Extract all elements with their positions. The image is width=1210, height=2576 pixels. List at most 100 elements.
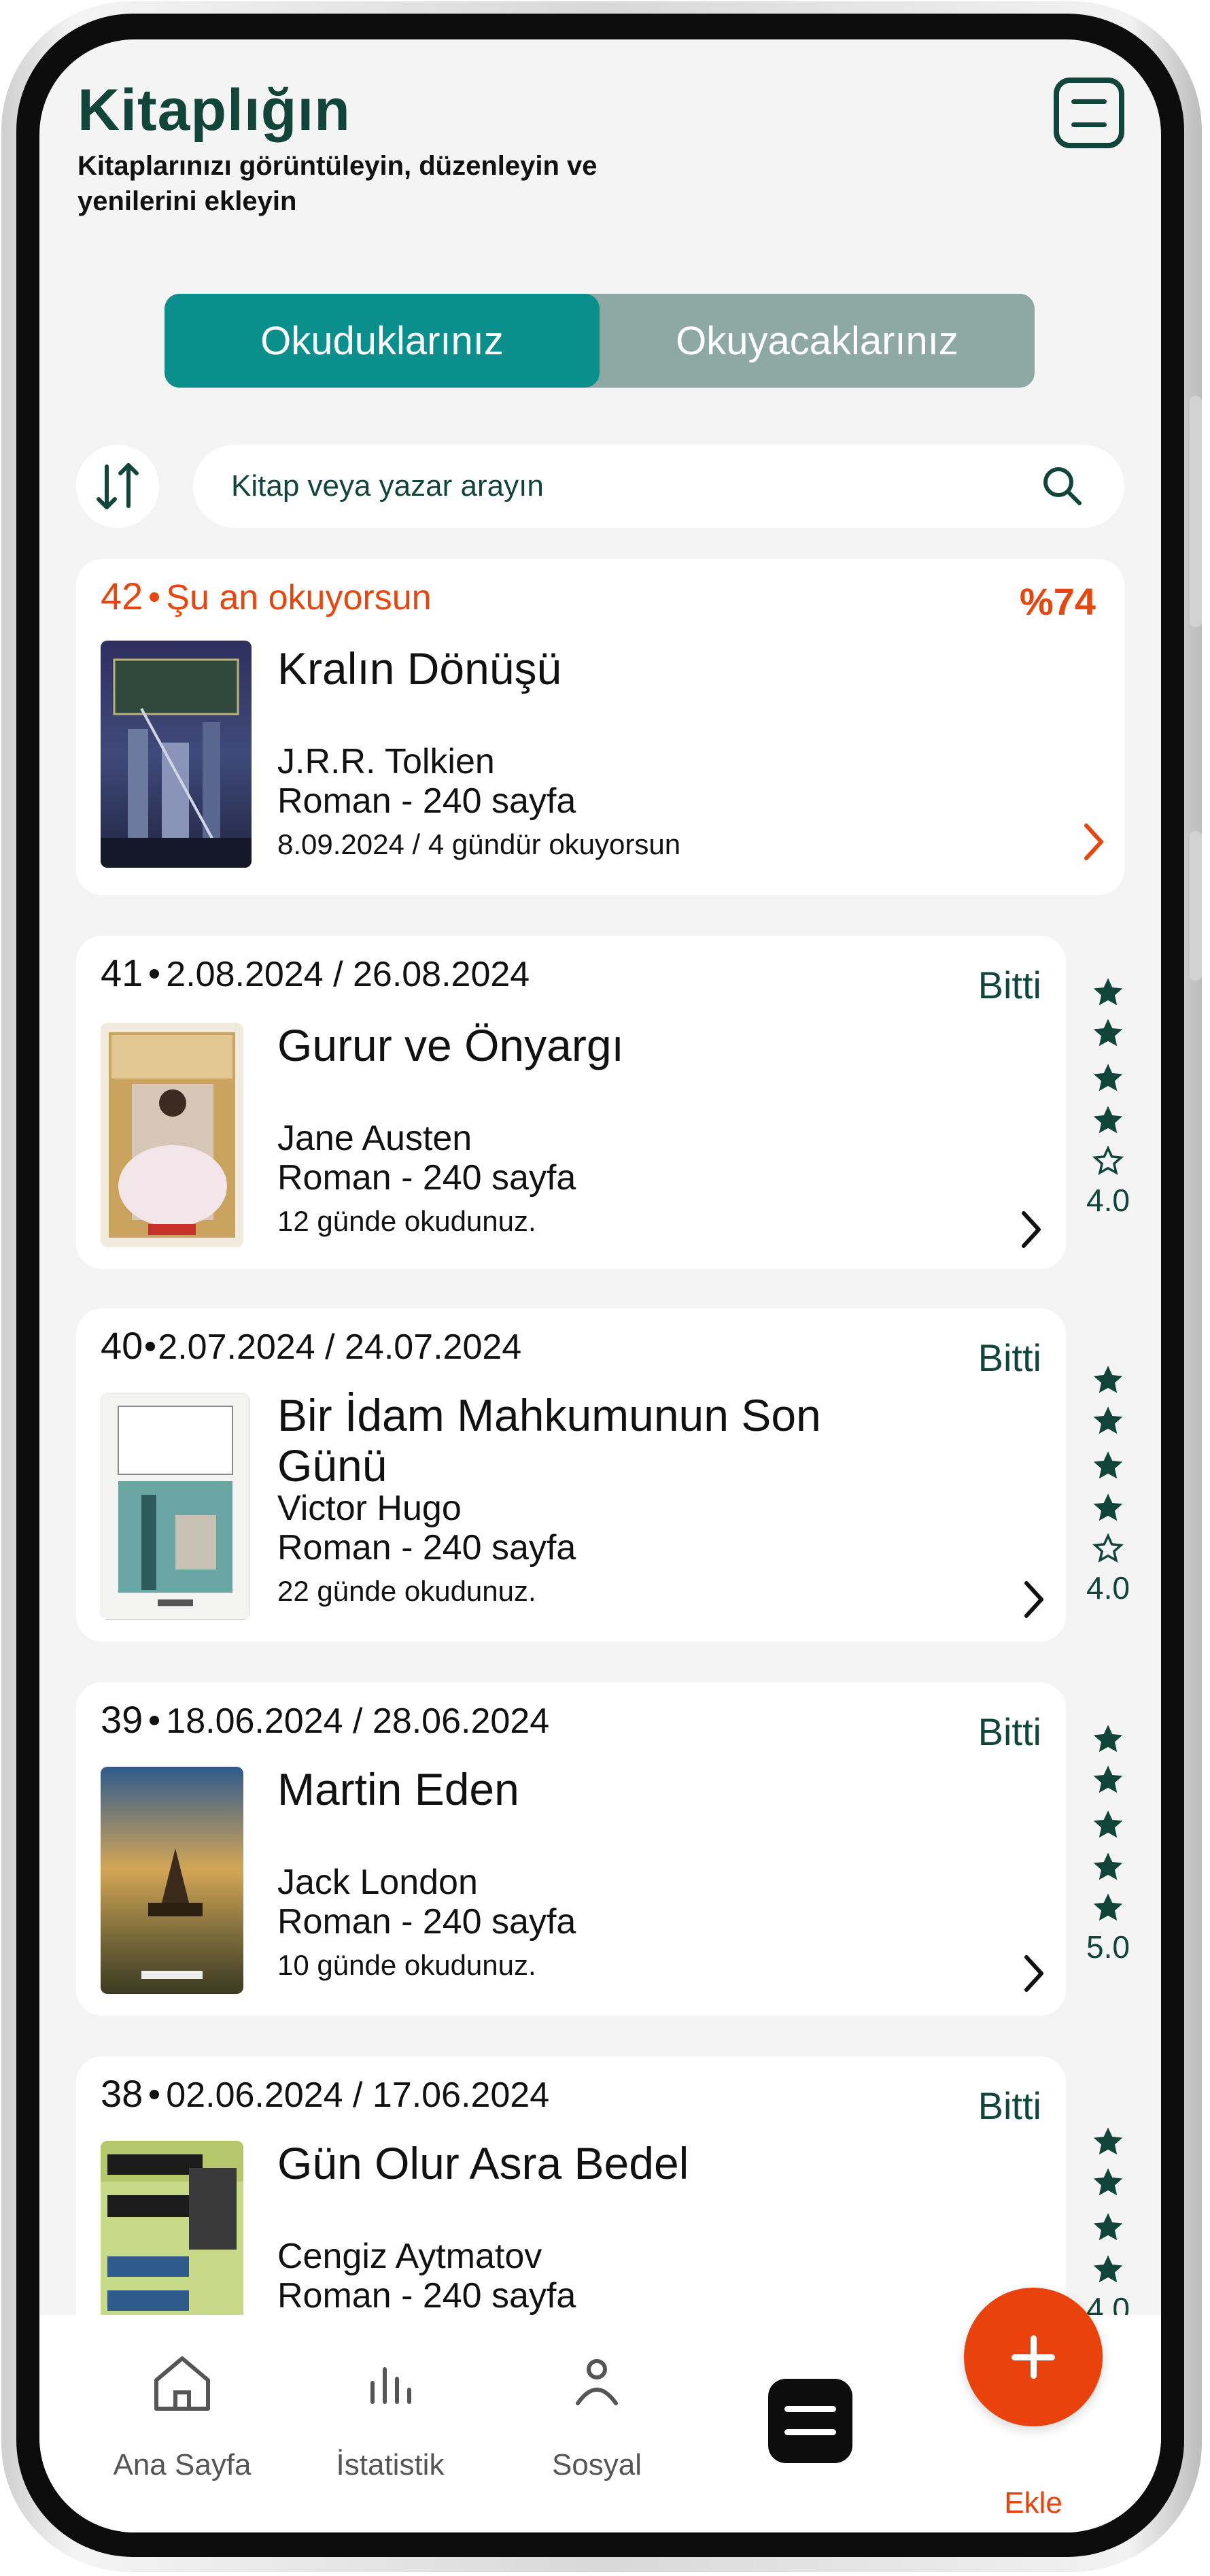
chevron-right-icon[interactable] [1020,1579,1047,1620]
card-header: 42 Şu an okuyorsun [101,574,432,618]
rating: 4.0 [1074,1363,1142,1606]
book-title: Kralın Dönüşü [277,643,562,694]
reading-status: Şu an okuyorsun [166,578,432,617]
separator-dot [150,2090,160,2100]
status-label: Bitti [978,964,1041,1006]
book-meta: Roman - 240 sayfa [277,781,576,821]
menu-button[interactable] [1054,78,1124,148]
person-icon [576,2359,618,2405]
book-meta: Roman - 240 sayfa [277,1158,576,1198]
reading-dates: 2.08.2024 / 26.08.2024 [166,955,530,994]
center-menu-button[interactable] [768,2379,852,2463]
book-number: 38 [101,2072,143,2115]
book-meta: Roman - 240 sayfa [277,2276,576,2316]
book-author: Jack London [277,1863,478,1902]
chevron-right-icon[interactable] [1079,821,1107,862]
nav-social[interactable]: Sosyal [508,2315,685,2532]
star-filled-icon [1093,2168,1123,2196]
nav-label: Sosyal [551,2448,642,2481]
card-header: 41 2.08.2024 / 26.08.2024 [101,951,530,995]
book-author: Jane Austen [277,1119,472,1158]
star-filled-icon [1093,1366,1123,1393]
book-card[interactable]: 41 2.08.2024 / 26.08.2024 Bitti Gurur ve … [76,936,1066,1269]
chevron-right-icon[interactable] [1020,1953,1047,1994]
book-cover [101,1767,243,1994]
current-book-card[interactable]: 42 Şu an okuyorsun %74 Kralın Dönüşü J.R.… [76,559,1124,895]
star-filled-icon [1093,2127,1123,2155]
separator-dot [145,1342,156,1352]
page-title: Kitaplığın [77,78,351,143]
star-filled-icon [1093,1893,1123,1921]
star-filled-icon [1093,1493,1123,1521]
rating: 5.0 [1074,1722,1142,1965]
reading-dates: 18.06.2024 / 28.06.2024 [166,1701,550,1741]
rating: 4.0 [1074,2124,1142,2327]
nav-stats[interactable]: İstatistik [302,2315,479,2532]
menu-icon-line [784,2429,836,2435]
search-bar [193,445,1124,528]
book-note: 12 günde okudunuz. [277,1205,536,1237]
status-label: Bitti [978,2084,1041,2127]
star-filled-icon [1093,1810,1123,1838]
book-author: Cengiz Aytmatov [277,2237,542,2276]
card-header: 40 2.07.2024 / 24.07.2024 [101,1323,521,1368]
book-meta: Roman - 240 sayfa [277,1902,576,1942]
home-icon [154,2356,210,2411]
reading-dates: 2.07.2024 / 24.07.2024 [158,1327,522,1367]
sort-arrows-icon [97,463,139,509]
book-number: 39 [101,1698,143,1741]
add-label[interactable]: Ekle [950,2486,1116,2520]
nav-home[interactable]: Ana Sayfa [94,2315,271,2532]
card-header: 38 02.06.2024 / 17.06.2024 [101,2071,549,2116]
star-filled-icon [1093,978,1123,1006]
side-button [1190,831,1202,981]
star-filled-icon [1093,2255,1123,2283]
side-button [1190,396,1202,627]
star-filled-icon [1093,1765,1123,1793]
tab-read[interactable]: Okuduklarınız [165,294,600,388]
book-cover [101,1393,250,1620]
star-filled-icon [1093,1725,1123,1752]
reading-progress: %74 [1019,580,1096,623]
star-filled-icon [1093,2213,1123,2241]
book-card[interactable]: 40 2.07.2024 / 24.07.2024 Bitti Bir İdam … [76,1308,1066,1642]
nav-label: Ana Sayfa [113,2448,252,2481]
book-author: J.R.R. Tolkien [277,742,495,781]
star-filled-icon [1093,1451,1123,1479]
tab-to-read[interactable]: Okuyacaklarınız [600,294,1035,388]
book-number: 42 [101,575,143,617]
chevron-right-icon[interactable] [1017,1209,1044,1250]
separator-dot [150,1716,160,1726]
book-meta: Roman - 240 sayfa [277,1528,576,1567]
page-subtitle: Kitaplarınızı görüntüleyin, düzenleyin v… [77,151,598,216]
card-header: 39 18.06.2024 / 28.06.2024 [101,1697,549,1742]
search-icon[interactable] [1041,465,1084,507]
book-title: Bir İdam Mahkumunun Son Günü [277,1390,821,1491]
book-card[interactable]: 39 18.06.2024 / 28.06.2024 Bitti Martin E… [76,1682,1066,2016]
star-outline-icon [1092,1145,1124,1175]
reading-dates: 02.06.2024 / 17.06.2024 [166,2075,550,2115]
search-input[interactable] [231,445,979,528]
stats-icon [370,2367,411,2404]
book-number: 41 [101,951,143,994]
sort-button[interactable] [76,445,159,528]
star-filled-icon [1093,1406,1123,1434]
separator-dot [150,969,160,979]
book-title: Martin Eden [277,1764,519,1814]
menu-icon [1071,99,1107,104]
menu-icon-line [1071,122,1107,127]
nav-label: İstatistik [336,2448,445,2481]
book-author: Victor Hugo [277,1489,462,1528]
book-title: Gün Olur Asra Bedel [277,2138,689,2188]
status-label: Bitti [978,1336,1041,1379]
star-outline-icon [1092,1533,1124,1563]
menu-icon [784,2406,836,2412]
status-label: Bitti [978,1710,1041,1753]
book-note: 8.09.2024 / 4 gündür okuyorsun [277,828,681,860]
library-tabs: Okuyacaklarınız Okuduklarınız [165,294,1035,388]
add-book-button[interactable] [964,2288,1103,2426]
star-filled-icon [1093,1852,1123,1880]
app-screen: Kitaplığın Kitaplarınızı görüntüleyin, d… [39,39,1161,2532]
book-cover [101,1023,243,1247]
rating: 4.0 [1074,975,1142,1219]
